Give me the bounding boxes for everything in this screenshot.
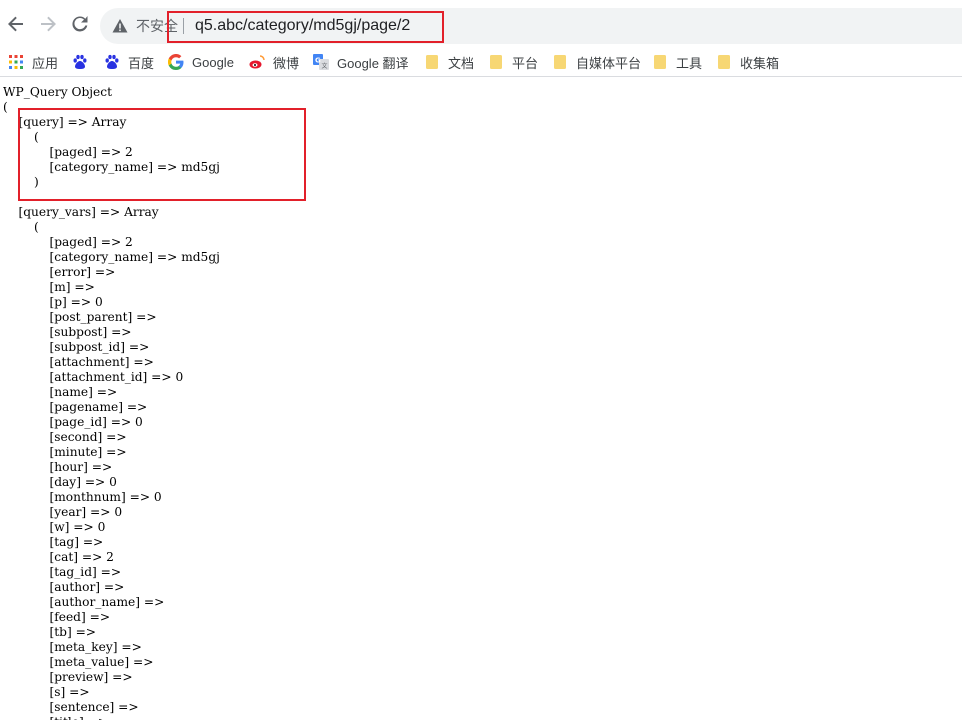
dump-line: [year] => 0 [3, 505, 123, 519]
bookmark-google-translate[interactable]: G 文 Google 翻译 [313, 51, 409, 73]
folder-icon [424, 54, 440, 70]
svg-text:文: 文 [322, 62, 328, 70]
dump-line: ( [3, 220, 39, 234]
folder-icon [552, 54, 568, 70]
bookmark-label: 微博 [273, 55, 300, 71]
dump-line: [preview] => [3, 670, 137, 684]
bookmark-label: Google [192, 54, 234, 70]
dump-line: [s] => [3, 685, 94, 699]
dump-line: [meta_key] => [3, 640, 146, 654]
bookmark-label: 百度 [128, 55, 155, 71]
baidu-paw-icon [104, 54, 120, 70]
bookmark-label: 自媒体平台 [576, 55, 642, 71]
query-array-highlight-box [18, 108, 306, 201]
svg-text:G: G [315, 57, 321, 65]
dump-line: [post_parent] => [3, 310, 161, 324]
dump-line: WP_Query Object [3, 85, 112, 99]
dump-line: [hour] => [3, 460, 117, 474]
url-highlight-box [167, 11, 444, 43]
dump-line: [error] => [3, 265, 120, 279]
back-button[interactable] [4, 12, 28, 36]
dump-line: [tb] => [3, 625, 100, 639]
reload-button[interactable] [68, 12, 92, 36]
page-content: WP_Query Object( [query] => Array ( [pag… [0, 77, 962, 720]
weibo-icon [249, 54, 265, 70]
dump-line: [category_name] => md5gj [3, 250, 220, 264]
dump-line: [minute] => [3, 445, 131, 459]
bookmark-baidu-icon-only[interactable] [72, 51, 96, 73]
warning-triangle-icon[interactable] [112, 18, 128, 34]
bookmark-apps[interactable]: 应用 [8, 51, 58, 73]
dump-line: [tag_id] => [3, 565, 125, 579]
google-g-icon [168, 54, 184, 70]
dump-line: [m] => [3, 280, 99, 294]
dump-line: [paged] => 2 [3, 235, 133, 249]
bookmark-label: 平台 [512, 55, 539, 71]
bookmark-label: 应用 [32, 55, 59, 71]
dump-line: [tag] => [3, 535, 108, 549]
dump-line: [subpost] => [3, 325, 136, 339]
dump-line: [p] => 0 [3, 295, 103, 309]
dump-line: [w] => 0 [3, 520, 106, 534]
reload-icon [72, 16, 88, 32]
dump-line: [query_vars] => Array [3, 205, 159, 219]
baidu-paw-icon [72, 54, 88, 70]
bookmark-baidu[interactable]: 百度 [104, 51, 154, 73]
dump-line: [sentence] => [3, 700, 143, 714]
arrow-right-icon [41, 16, 56, 32]
bookmark-label: 收集箱 [740, 55, 780, 71]
bookmark-weibo[interactable]: 微博 [249, 51, 299, 73]
bookmark-google[interactable]: Google [168, 51, 234, 73]
dump-line: [title] => [3, 715, 220, 720]
dump-line: [page_id] => 0 [3, 415, 143, 429]
dump-line: [name] => [3, 385, 122, 399]
folder-icon [652, 54, 668, 70]
dump-line: [attachment_id] => 0 [3, 370, 184, 384]
dump-line: [pagename] => [3, 400, 152, 414]
bookmark-folder-media-platform[interactable]: 自媒体平台 [552, 51, 641, 73]
dump-line: [attachment] => [3, 355, 158, 369]
bookmarks-bar: 应用 百度 Google 微博 G 文 Google 翻译 文档 平台 自媒体平… [0, 48, 962, 77]
forward-button[interactable] [36, 12, 60, 36]
dump-line: [second] => [3, 430, 131, 444]
bookmark-label: Google 翻译 [337, 55, 409, 71]
google-translate-icon: G 文 [313, 54, 329, 70]
arrow-left-icon [8, 16, 23, 32]
dump-line: [cat] => 2 [3, 550, 114, 564]
apps-grid-icon [8, 54, 24, 70]
dump-line: [subpost_id] => [3, 340, 154, 354]
dump-line: [author] => [3, 580, 129, 594]
bookmark-folder-tools[interactable]: 工具 [652, 51, 702, 73]
browser-toolbar: 不安全 q5.abc/category/md5gj/page/2 [0, 0, 962, 48]
bookmark-folder-docs[interactable]: 文档 [424, 51, 474, 73]
bookmark-folder-inbox[interactable]: 收集箱 [716, 51, 779, 73]
bookmark-label: 文档 [448, 55, 475, 71]
dump-line: [meta_value] => [3, 655, 158, 669]
bookmark-label: 工具 [676, 55, 703, 71]
dump-line: [day] => 0 [3, 475, 117, 489]
dump-line: [monthnum] => 0 [3, 490, 162, 504]
dump-line: [feed] => [3, 610, 114, 624]
bookmark-folder-platform[interactable]: 平台 [488, 51, 538, 73]
folder-icon [488, 54, 504, 70]
dump-line: [author_name] => [3, 595, 169, 609]
folder-icon [716, 54, 732, 70]
